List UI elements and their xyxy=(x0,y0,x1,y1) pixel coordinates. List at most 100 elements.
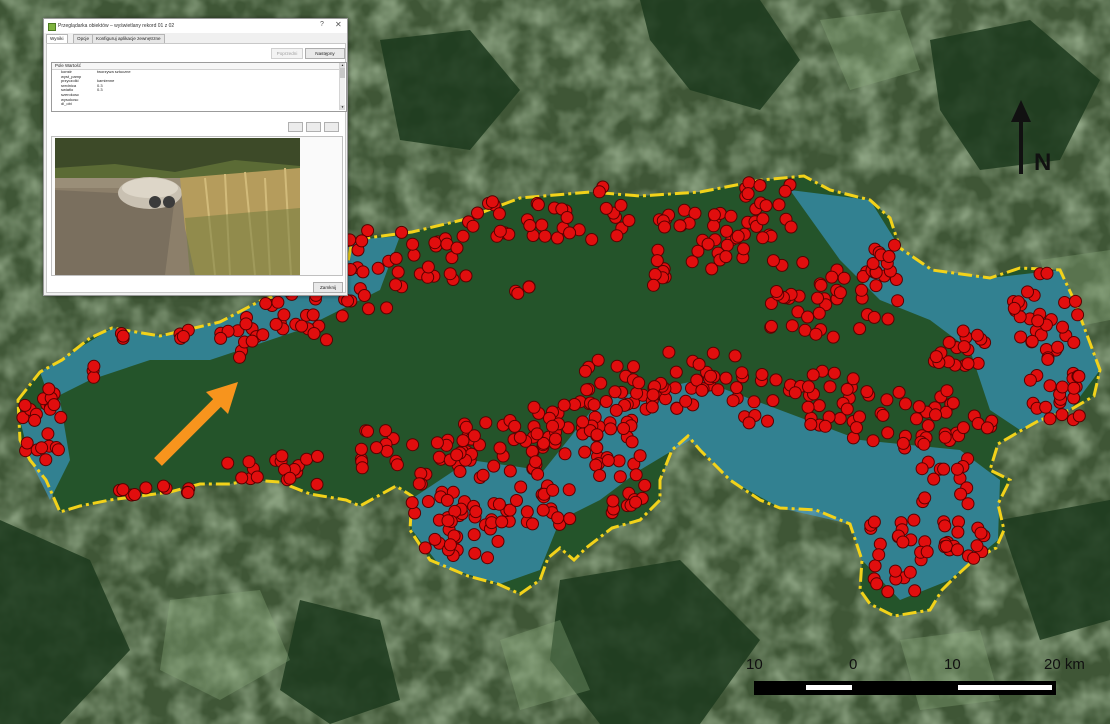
culvert-point[interactable] xyxy=(557,398,571,412)
culvert-point[interactable] xyxy=(910,412,923,426)
culvert-point[interactable] xyxy=(840,402,854,416)
culvert-point[interactable] xyxy=(685,255,699,269)
culvert-point[interactable] xyxy=(918,491,932,505)
culvert-point[interactable] xyxy=(467,528,481,542)
culvert-point[interactable] xyxy=(818,419,832,433)
culvert-point[interactable] xyxy=(587,398,601,412)
culvert-point[interactable] xyxy=(951,525,965,539)
culvert-point[interactable] xyxy=(459,269,473,283)
culvert-point[interactable] xyxy=(526,517,539,531)
culvert-point[interactable] xyxy=(476,468,490,482)
culvert-point[interactable] xyxy=(479,416,493,430)
culvert-point[interactable] xyxy=(1069,294,1082,308)
culvert-point[interactable] xyxy=(35,441,49,455)
culvert-point[interactable] xyxy=(128,488,142,501)
culvert-point[interactable] xyxy=(513,430,527,444)
culvert-point[interactable] xyxy=(974,526,988,540)
culvert-point[interactable] xyxy=(870,577,884,591)
culvert-point[interactable] xyxy=(614,198,628,212)
culvert-point[interactable] xyxy=(428,236,442,250)
culvert-point[interactable] xyxy=(578,364,592,378)
culvert-point[interactable] xyxy=(428,532,442,546)
highlight-feature-button[interactable] xyxy=(324,122,339,132)
culvert-point[interactable] xyxy=(450,241,464,255)
culvert-point[interactable] xyxy=(669,365,683,379)
culvert-point[interactable] xyxy=(896,436,910,450)
culvert-point[interactable] xyxy=(711,383,725,397)
culvert-point[interactable] xyxy=(629,495,643,509)
culvert-point[interactable] xyxy=(929,408,942,422)
culvert-point[interactable] xyxy=(957,421,970,435)
culvert-point[interactable] xyxy=(970,539,984,553)
culvert-point[interactable] xyxy=(157,479,170,493)
culvert-point[interactable] xyxy=(580,383,594,397)
culvert-point[interactable] xyxy=(176,330,190,343)
culvert-point[interactable] xyxy=(967,551,981,565)
culvert-point[interactable] xyxy=(788,386,802,400)
culvert-point[interactable] xyxy=(882,250,896,263)
culvert-point[interactable] xyxy=(638,478,652,492)
culvert-point[interactable] xyxy=(529,455,543,469)
culvert-point[interactable] xyxy=(492,207,506,221)
culvert-point[interactable] xyxy=(737,242,750,256)
culvert-point[interactable] xyxy=(648,268,662,281)
culvert-point[interactable] xyxy=(719,250,733,264)
table-scrollbar[interactable]: ▲ ▼ xyxy=(339,63,345,110)
culvert-point[interactable] xyxy=(876,408,890,422)
culvert-point[interactable] xyxy=(412,477,426,491)
culvert-point[interactable] xyxy=(320,333,333,347)
culvert-point[interactable] xyxy=(1007,301,1021,315)
culvert-point[interactable] xyxy=(627,360,640,374)
culvert-point[interactable] xyxy=(812,399,826,413)
culvert-point[interactable] xyxy=(1067,336,1081,349)
culvert-point[interactable] xyxy=(503,464,517,478)
culvert-point[interactable] xyxy=(756,212,770,226)
culvert-point[interactable] xyxy=(277,308,291,322)
culvert-point[interactable] xyxy=(784,220,798,234)
culvert-point[interactable] xyxy=(41,427,55,441)
culvert-point[interactable] xyxy=(235,471,249,485)
culvert-point[interactable] xyxy=(466,219,480,233)
culvert-point[interactable] xyxy=(961,357,975,371)
culvert-point[interactable] xyxy=(755,368,769,381)
culvert-point[interactable] xyxy=(546,419,559,433)
culvert-point[interactable] xyxy=(1056,320,1069,334)
culvert-point[interactable] xyxy=(275,449,289,463)
culvert-point[interactable] xyxy=(510,494,523,507)
culvert-point[interactable] xyxy=(551,511,565,525)
culvert-point[interactable] xyxy=(741,187,755,201)
culvert-point[interactable] xyxy=(430,436,444,450)
culvert-point[interactable] xyxy=(679,394,693,408)
culvert-point[interactable] xyxy=(590,441,604,455)
culvert-point[interactable] xyxy=(706,346,720,360)
culvert-point[interactable] xyxy=(492,497,506,511)
culvert-point[interactable] xyxy=(801,400,815,414)
culvert-point[interactable] xyxy=(809,327,823,341)
culvert-point[interactable] xyxy=(625,435,639,449)
culvert-point[interactable] xyxy=(380,301,394,315)
culvert-point[interactable] xyxy=(920,545,934,559)
culvert-point[interactable] xyxy=(1072,409,1086,423)
culvert-point[interactable] xyxy=(233,350,246,364)
culvert-point[interactable] xyxy=(629,468,643,482)
culvert-point[interactable] xyxy=(514,480,528,494)
next-button[interactable]: Następny xyxy=(305,48,345,59)
culvert-point[interactable] xyxy=(927,472,941,486)
culvert-point[interactable] xyxy=(613,470,627,484)
scroll-down-icon[interactable]: ▼ xyxy=(340,105,345,110)
culvert-point[interactable] xyxy=(1014,330,1028,344)
culvert-point[interactable] xyxy=(47,398,61,412)
culvert-point[interactable] xyxy=(796,256,810,269)
culvert-point[interactable] xyxy=(880,393,894,407)
culvert-point[interactable] xyxy=(406,237,420,251)
culvert-point[interactable] xyxy=(731,229,745,243)
culvert-point[interactable] xyxy=(728,349,742,363)
dialog-titlebar[interactable]: Przeglądarka obiektów – wyświetlany reko… xyxy=(44,19,347,33)
culvert-point[interactable] xyxy=(868,559,882,573)
culvert-point[interactable] xyxy=(825,270,839,284)
culvert-point[interactable] xyxy=(250,470,264,484)
culvert-point[interactable] xyxy=(395,225,409,239)
culvert-point[interactable] xyxy=(778,184,792,198)
culvert-point[interactable] xyxy=(139,481,153,495)
culvert-point[interactable] xyxy=(440,493,454,507)
